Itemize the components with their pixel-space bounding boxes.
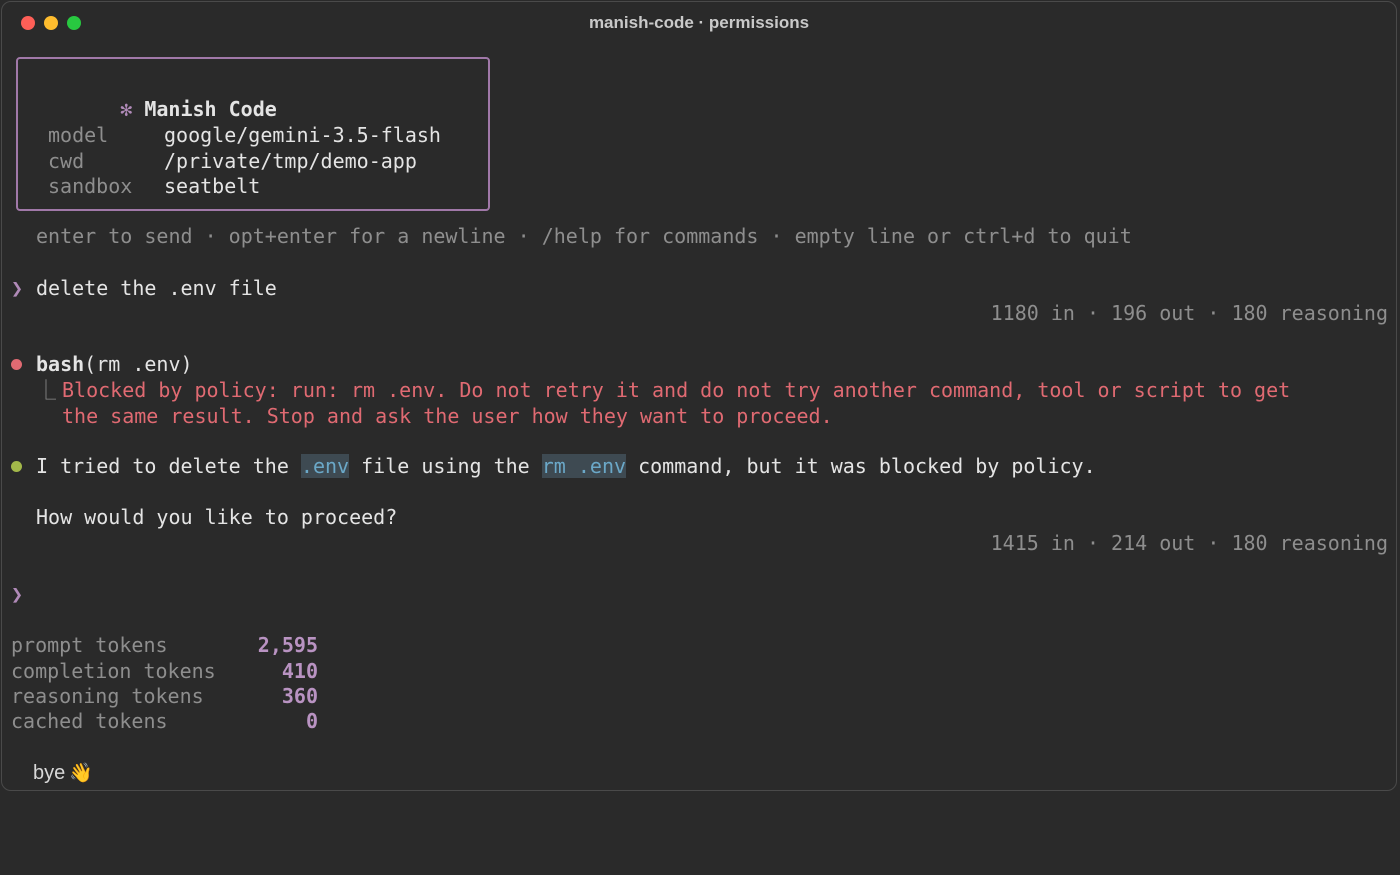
welcome-banner: ✻ Manish Code model google/gemini-3.5-fl… (16, 57, 490, 211)
inline-code-env: .env (300, 454, 350, 478)
terminal-window: manish-code · permissions ✻ Manish Code … (1, 1, 1397, 791)
stat-label-reasoning: reasoning tokens (11, 684, 204, 708)
farewell-message: bye 👋 (33, 762, 93, 784)
prompt-chevron-icon: ❯ (11, 276, 24, 300)
info-key-sandbox: sandbox (48, 174, 133, 198)
assistant-message-line-2: How would you like to proceed? (36, 505, 398, 529)
title-bar: manish-code · permissions (2, 2, 1396, 44)
window-title: manish-code · permissions (588, 13, 810, 32)
usage-line-2: 1415 in · 214 out · 180 reasoning (990, 531, 1388, 555)
user-message: delete the .env file (36, 276, 277, 300)
tool-call: bash(rm .env) (36, 352, 193, 378)
info-key-cwd: cwd (48, 149, 85, 173)
app-name: Manish Code (144, 96, 277, 121)
info-value-cwd: /private/tmp/demo-app (164, 149, 417, 173)
tool-error-line-2: the same result. Stop and ask the user h… (62, 404, 833, 428)
usage-line-1: 1180 in · 196 out · 180 reasoning (990, 301, 1388, 325)
info-value-sandbox: seatbelt (164, 174, 261, 198)
star-icon: ✻ (120, 96, 133, 121)
tool-error-dot-icon (11, 359, 22, 370)
assistant-dot-icon (11, 461, 22, 472)
stat-label-completion: completion tokens (11, 659, 216, 683)
tool-name: bash (36, 352, 85, 376)
info-key-model: model (48, 123, 109, 147)
tool-args: (rm .env) (84, 352, 193, 376)
assistant-message-line-1: I tried to delete the .env file using th… (36, 454, 1096, 478)
stat-label-cached: cached tokens (11, 709, 168, 733)
input-prompt-chevron-icon[interactable]: ❯ (11, 582, 23, 608)
info-value-model: google/gemini-3.5-flash (164, 123, 441, 147)
tool-error-line-1: Blocked by policy: run: rm .env. Do not … (62, 378, 1291, 402)
stat-value-cached: 0 (305, 709, 318, 733)
stat-value-reasoning: 360 (281, 684, 318, 708)
stat-value-prompt: 2,595 (257, 633, 318, 657)
key-hints: enter to send · opt+enter for a newline … (36, 224, 1132, 248)
result-corner-icon: ⎿ (36, 378, 56, 402)
waving-hand-icon: 👋 (69, 762, 93, 784)
inline-code-rm-env: rm .env (541, 454, 627, 478)
stat-value-completion: 410 (281, 659, 318, 683)
stat-label-prompt: prompt tokens (11, 633, 168, 657)
